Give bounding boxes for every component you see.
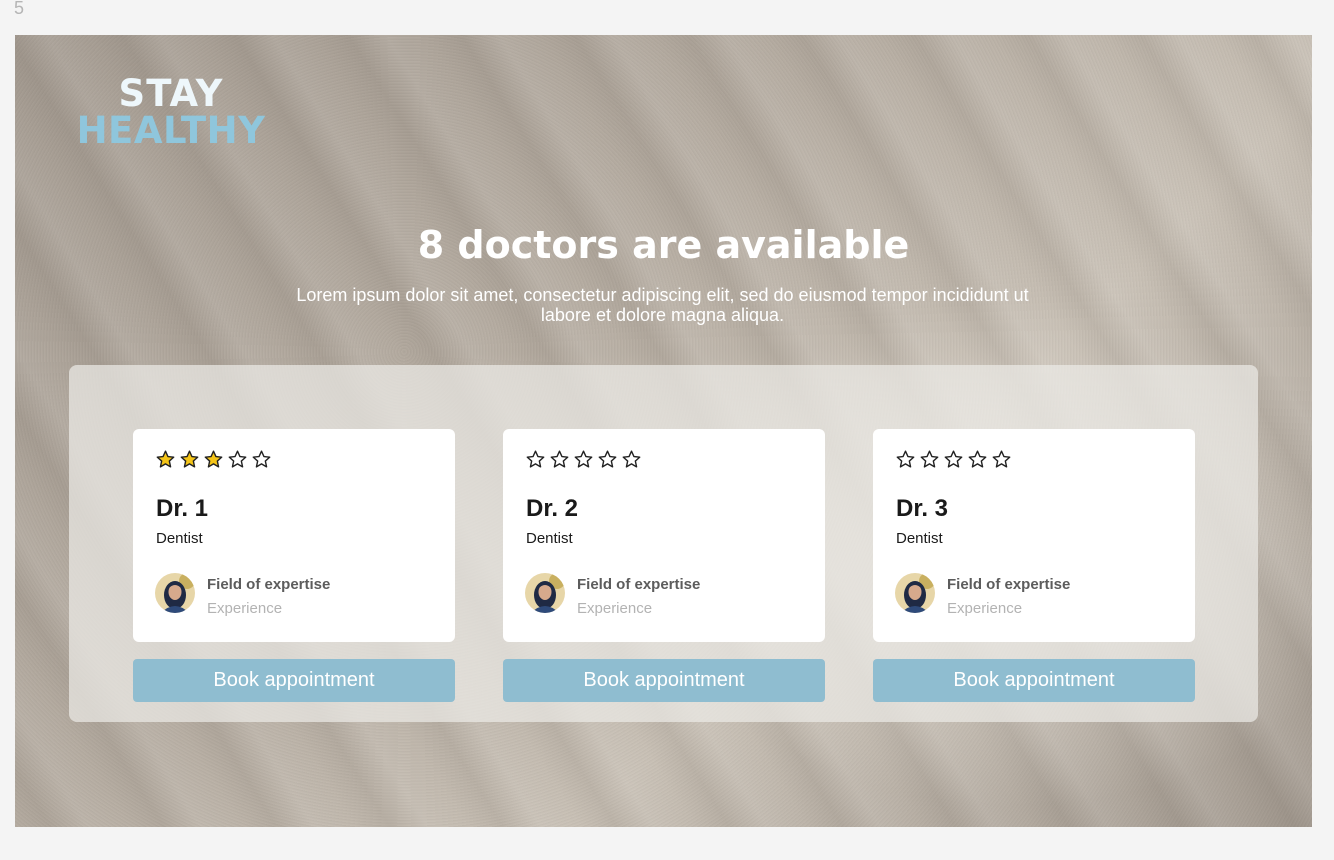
- star-outline-icon[interactable]: [895, 449, 916, 470]
- doctor-specialty: Dentist: [526, 530, 573, 547]
- field-of-expertise-label: Field of expertise: [947, 576, 1071, 593]
- doctor-card-column: Dr. 1 Dentist Field of expertise Experie…: [133, 429, 455, 702]
- experience-label: Experience: [207, 600, 283, 617]
- star-filled-icon[interactable]: [179, 449, 200, 470]
- doctor-avatar: [525, 573, 565, 613]
- doctor-card[interactable]: Dr. 3 Dentist Field of expertise Experie…: [873, 429, 1195, 642]
- star-outline-icon[interactable]: [227, 449, 248, 470]
- doctor-avatar: [155, 573, 195, 613]
- doctor-specialty: Dentist: [156, 530, 203, 547]
- doctor-card[interactable]: Dr. 2 Dentist Field of expertise Experie…: [503, 429, 825, 642]
- book-appointment-button[interactable]: Book appointment: [873, 659, 1195, 702]
- star-outline-icon[interactable]: [919, 449, 940, 470]
- field-of-expertise-label: Field of expertise: [577, 576, 701, 593]
- star-outline-icon[interactable]: [525, 449, 546, 470]
- doctor-card-column: Dr. 2 Dentist Field of expertise Experie…: [503, 429, 825, 702]
- avatar-image: [155, 573, 195, 613]
- star-outline-icon[interactable]: [991, 449, 1012, 470]
- field-of-expertise-label: Field of expertise: [207, 576, 331, 593]
- doctor-name: Dr. 2: [526, 495, 579, 522]
- doctor-card[interactable]: Dr. 1 Dentist Field of expertise Experie…: [133, 429, 455, 642]
- star-outline-icon[interactable]: [251, 449, 272, 470]
- star-rating[interactable]: [525, 449, 642, 470]
- star-outline-icon[interactable]: [621, 449, 642, 470]
- star-outline-icon[interactable]: [573, 449, 594, 470]
- doctor-name: Dr. 1: [156, 495, 209, 522]
- doctor-avatar: [895, 573, 935, 613]
- logo: STAY HEALTHY: [71, 75, 271, 149]
- star-outline-icon[interactable]: [943, 449, 964, 470]
- doctor-name: Dr. 3: [896, 495, 949, 522]
- star-outline-icon[interactable]: [967, 449, 988, 470]
- avatar-image: [525, 573, 565, 613]
- hero-section: STAY HEALTHY 8 doctors are available Lor…: [15, 35, 1312, 827]
- star-outline-icon[interactable]: [597, 449, 618, 470]
- doctor-card-column: Dr. 3 Dentist Field of expertise Experie…: [873, 429, 1195, 702]
- star-outline-icon[interactable]: [549, 449, 570, 470]
- star-rating[interactable]: [155, 449, 272, 470]
- star-filled-icon[interactable]: [155, 449, 176, 470]
- page-title: 8 doctors are available: [417, 223, 910, 267]
- book-appointment-button[interactable]: Book appointment: [133, 659, 455, 702]
- experience-label: Experience: [577, 600, 653, 617]
- logo-line-stay: STAY: [118, 72, 224, 115]
- doctors-panel: Dr. 1 Dentist Field of expertise Experie…: [69, 365, 1258, 722]
- book-appointment-button[interactable]: Book appointment: [503, 659, 825, 702]
- page-subtitle: Lorem ipsum dolor sit amet, consectetur …: [296, 285, 1029, 325]
- star-rating[interactable]: [895, 449, 1012, 470]
- experience-label: Experience: [947, 600, 1023, 617]
- frame-number: 5: [14, 0, 25, 18]
- doctor-specialty: Dentist: [896, 530, 943, 547]
- logo-line-healthy: HEALTHY: [76, 109, 266, 152]
- star-filled-icon[interactable]: [203, 449, 224, 470]
- avatar-image: [895, 573, 935, 613]
